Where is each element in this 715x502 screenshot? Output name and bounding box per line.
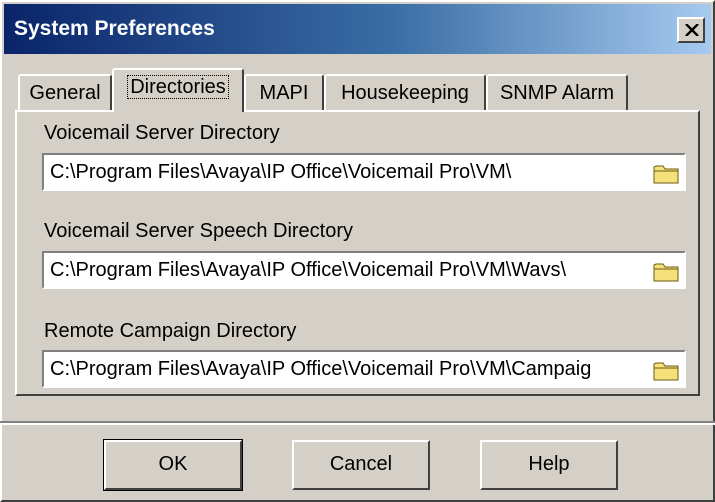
voicemail-server-directory-field[interactable]: C:\Program Files\Avaya\IP Office\Voicema… [42, 153, 686, 191]
speech-directory-value: C:\Program Files\Avaya\IP Office\Voicema… [50, 259, 567, 281]
system-preferences-dialog: System Preferences General Directories M… [0, 0, 715, 502]
title-bar[interactable]: System Preferences [4, 4, 711, 54]
window-title: System Preferences [14, 17, 215, 40]
tab-housekeeping-label: Housekeeping [341, 82, 469, 104]
voicemail-server-directory-label: Voicemail Server Directory [44, 122, 280, 144]
voicemail-server-directory-value: C:\Program Files\Avaya\IP Office\Voicema… [50, 161, 512, 183]
tab-mapi-label: MAPI [259, 82, 309, 104]
speech-directory-field[interactable]: C:\Program Files\Avaya\IP Office\Voicema… [42, 251, 686, 289]
remote-campaign-directory-label: Remote Campaign Directory [44, 320, 297, 342]
tab-mapi[interactable]: MAPI [244, 74, 324, 112]
close-icon [685, 24, 699, 36]
tab-housekeeping[interactable]: Housekeeping [324, 74, 486, 112]
remote-campaign-directory-field[interactable]: C:\Program Files\Avaya\IP Office\Voicema… [42, 350, 686, 388]
speech-directory-label: Voicemail Server Speech Directory [44, 220, 354, 242]
tab-general-label: General [29, 82, 101, 104]
tab-directories[interactable]: Directories [112, 68, 244, 112]
help-button[interactable]: Help [480, 440, 618, 490]
folder-icon[interactable] [652, 161, 680, 185]
ok-button[interactable]: OK [103, 439, 243, 491]
tab-snmp-alarm-label: SNMP Alarm [499, 82, 615, 104]
folder-icon[interactable] [652, 358, 680, 382]
close-button[interactable] [677, 17, 705, 43]
tab-directories-label: Directories [127, 75, 229, 99]
separator-highlight [0, 423, 715, 425]
cancel-button[interactable]: Cancel [292, 440, 430, 490]
tab-general[interactable]: General [18, 74, 112, 112]
remote-campaign-directory-value: C:\Program Files\Avaya\IP Office\Voicema… [50, 358, 592, 380]
folder-icon[interactable] [652, 259, 680, 283]
tab-snmp-alarm[interactable]: SNMP Alarm [486, 74, 628, 112]
